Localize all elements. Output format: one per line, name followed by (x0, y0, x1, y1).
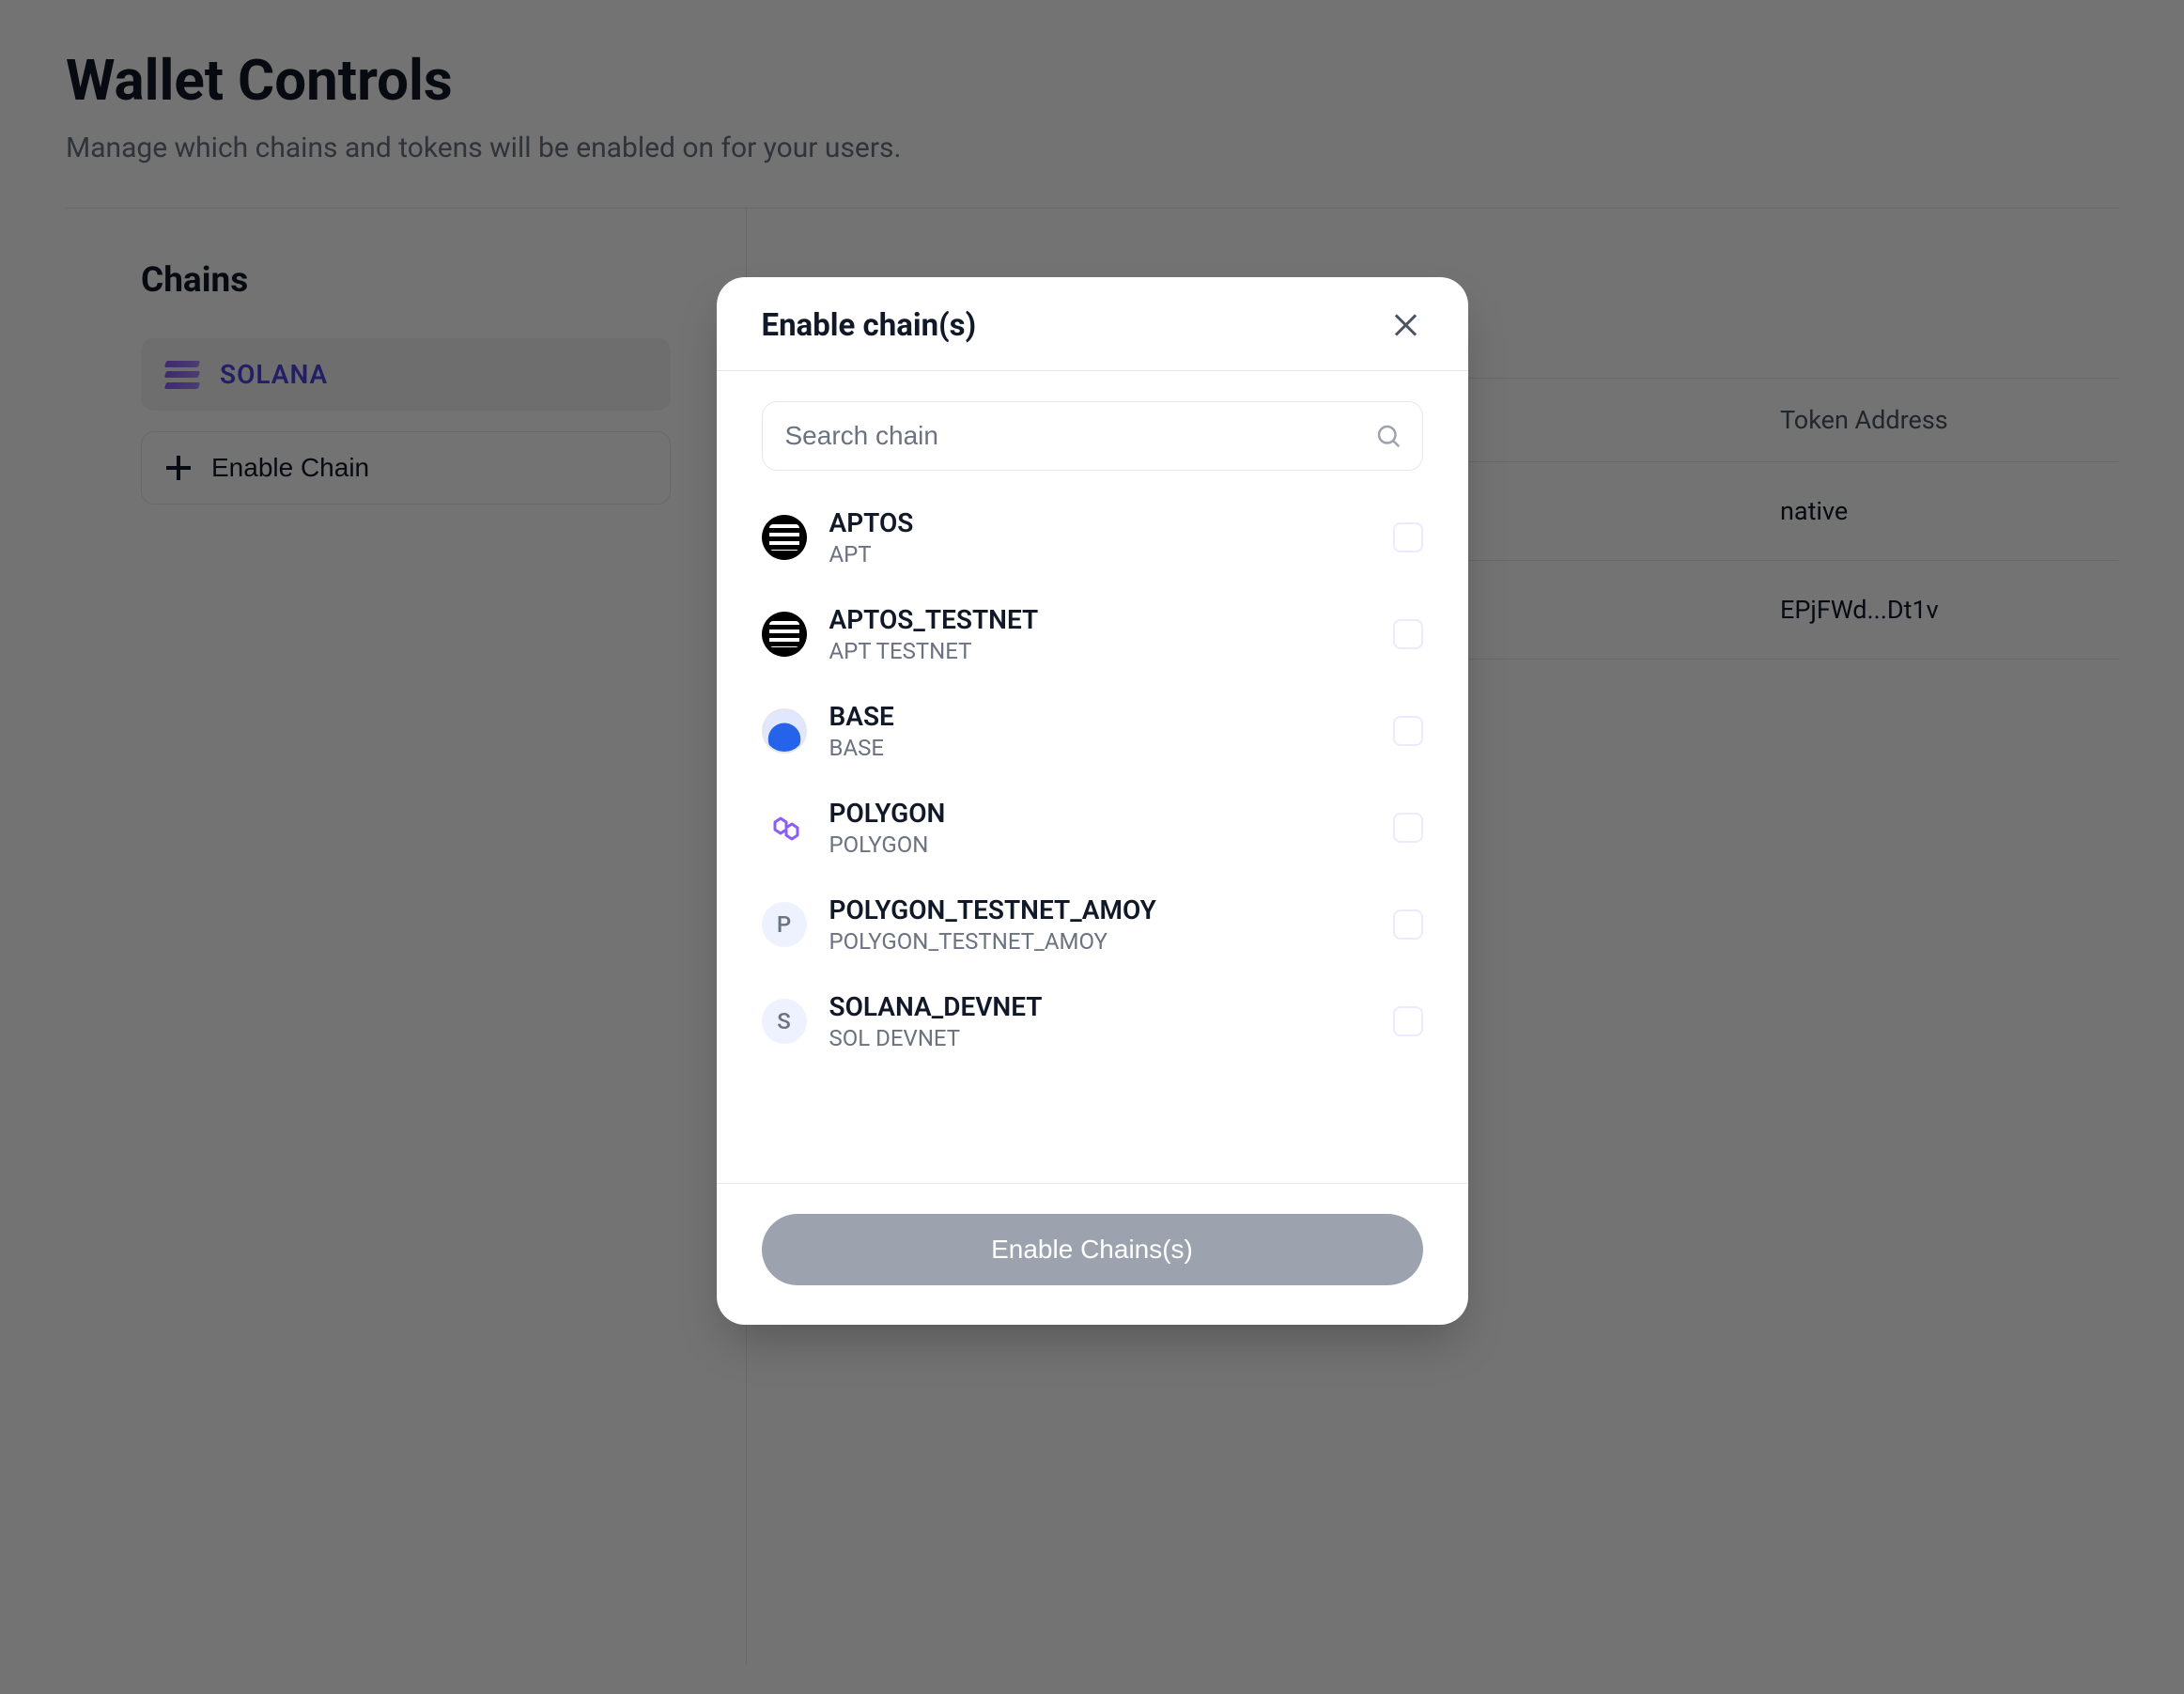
chain-name: APTOS_TESTNET (829, 603, 1371, 636)
chain-checkbox[interactable] (1393, 813, 1423, 843)
modal-header: Enable chain(s) (717, 277, 1468, 371)
chain-sub: BASE (829, 735, 1371, 761)
search-field (762, 401, 1423, 471)
chain-row-aptos[interactable]: APTOS APT (762, 506, 1423, 567)
aptos-icon (762, 612, 807, 657)
chain-checkbox[interactable] (1393, 619, 1423, 649)
chain-sub: APT TESTNET (829, 638, 1371, 664)
chain-list: APTOS APT APTOS_TESTNET APT TESTNET (762, 506, 1423, 1164)
search-icon (1374, 422, 1402, 450)
search-input[interactable] (762, 401, 1423, 471)
chain-row-base[interactable]: BASE BASE (762, 700, 1423, 761)
letter-icon: S (762, 999, 807, 1044)
chain-checkbox[interactable] (1393, 1006, 1423, 1036)
enable-chains-modal: Enable chain(s) APTOS APT (717, 277, 1468, 1325)
chain-info: APTOS_TESTNET APT TESTNET (829, 603, 1371, 664)
chain-checkbox[interactable] (1393, 716, 1423, 746)
chain-name: SOLANA_DEVNET (829, 990, 1371, 1023)
polygon-icon (762, 805, 807, 850)
chain-name: POLYGON_TESTNET_AMOY (829, 894, 1371, 926)
chain-row-polygon[interactable]: POLYGON POLYGON (762, 797, 1423, 858)
modal-footer: Enable Chains(s) (717, 1183, 1468, 1325)
modal-body: APTOS APT APTOS_TESTNET APT TESTNET (717, 371, 1468, 1183)
chain-row-solana-devnet[interactable]: S SOLANA_DEVNET SOL DEVNET (762, 990, 1423, 1051)
letter-icon: P (762, 902, 807, 947)
chain-info: POLYGON_TESTNET_AMOY POLYGON_TESTNET_AMO… (829, 894, 1371, 955)
chain-name: POLYGON (829, 797, 1371, 830)
chain-sub: POLYGON_TESTNET_AMOY (829, 928, 1371, 955)
chain-info: BASE BASE (829, 700, 1371, 761)
chain-checkbox[interactable] (1393, 522, 1423, 552)
chain-info: APTOS APT (829, 506, 1371, 567)
modal-title: Enable chain(s) (762, 307, 977, 344)
base-icon (762, 708, 807, 754)
chain-name: APTOS (829, 506, 1371, 539)
chain-info: SOLANA_DEVNET SOL DEVNET (829, 990, 1371, 1051)
enable-chains-submit-button[interactable]: Enable Chains(s) (762, 1214, 1423, 1285)
aptos-icon (762, 515, 807, 560)
chain-sub: POLYGON (829, 831, 1371, 858)
chain-checkbox[interactable] (1393, 909, 1423, 940)
chain-row-polygon-testnet-amoy[interactable]: P POLYGON_TESTNET_AMOY POLYGON_TESTNET_A… (762, 894, 1423, 955)
close-icon[interactable] (1389, 309, 1423, 343)
chain-name: BASE (829, 700, 1371, 733)
chain-info: POLYGON POLYGON (829, 797, 1371, 858)
modal-overlay[interactable]: Enable chain(s) APTOS APT (0, 0, 2184, 1694)
chain-sub: APT (829, 541, 1371, 567)
chain-row-aptos-testnet[interactable]: APTOS_TESTNET APT TESTNET (762, 603, 1423, 664)
chain-sub: SOL DEVNET (829, 1025, 1371, 1051)
